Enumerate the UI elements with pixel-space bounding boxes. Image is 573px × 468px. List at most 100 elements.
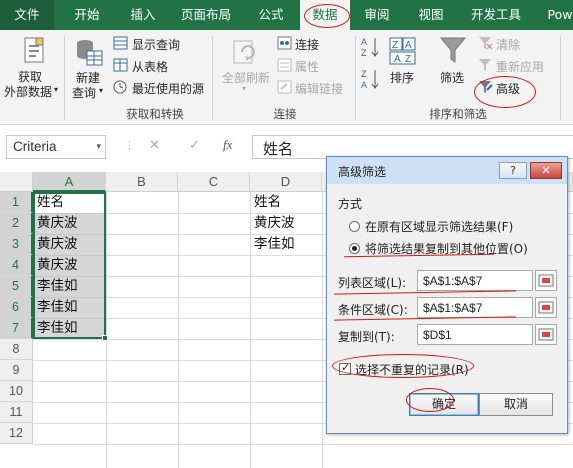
svg-text:A: A	[405, 40, 412, 51]
mode-section-label: 方式	[338, 197, 363, 211]
recent-sources-label: 最近使用的源	[132, 82, 205, 96]
svg-text:A: A	[361, 80, 367, 90]
tab-insert[interactable]: 插入	[118, 0, 168, 30]
row-header[interactable]: 11	[0, 402, 33, 423]
filter-label: 筛选	[440, 71, 465, 85]
ribbon-divider	[560, 36, 561, 120]
edit-links-label: 编辑链接	[295, 82, 344, 96]
cancel-icon[interactable]: ✕	[149, 138, 160, 153]
sort-label: 排序	[390, 71, 415, 85]
enter-icon[interactable]: ✓	[189, 138, 200, 153]
range-select-icon	[538, 301, 554, 314]
row-header[interactable]: 6	[0, 297, 33, 318]
annotation-circle-data-tab	[304, 4, 350, 28]
sort-dialog-icon: Z A A Z	[389, 37, 416, 65]
copy-to-input[interactable]: $D$1	[417, 324, 533, 345]
row-header[interactable]: 4	[0, 255, 33, 276]
criteria-range-input[interactable]: $A$1:$A$7	[417, 297, 533, 318]
close-button[interactable]: ✕	[530, 162, 562, 179]
column-header-b[interactable]: B	[106, 172, 178, 192]
sort-ascending-icon: A Z	[361, 37, 379, 58]
cell-a3[interactable]: 黄庆波	[34, 234, 78, 255]
clear-filter-icon	[479, 37, 493, 50]
help-button[interactable]: ?	[499, 162, 527, 179]
chevron-down-icon: ▾	[99, 86, 104, 95]
criteria-range-collapse-button[interactable]	[535, 297, 557, 318]
column-header-c[interactable]: C	[178, 172, 250, 192]
get-data-label-2: 外部数据	[4, 85, 53, 99]
tab-home[interactable]: 开始	[62, 0, 112, 30]
svg-text:Z: Z	[361, 48, 367, 58]
tab-power[interactable]: Pow	[540, 0, 573, 30]
fill-handle[interactable]	[102, 335, 108, 341]
new-query-label-2: 查询	[72, 86, 97, 100]
document-icon	[24, 37, 44, 63]
database-table-icon	[77, 40, 103, 66]
name-box[interactable]: Criteria ▾	[6, 135, 106, 159]
dialog-title: 高级筛选	[338, 165, 387, 179]
dialog-title-bar[interactable]: 高级筛选 ? ✕	[327, 157, 567, 184]
row-header[interactable]: 7	[0, 318, 33, 339]
cell-d3[interactable]: 李佳如	[251, 234, 295, 255]
copy-to-collapse-button[interactable]	[535, 324, 557, 345]
cell-a4[interactable]: 黄庆波	[34, 255, 78, 276]
radio-copy-to-location[interactable]	[349, 243, 360, 254]
cell-a6[interactable]: 李佳如	[34, 297, 78, 318]
cancel-button[interactable]: 取消	[479, 393, 553, 416]
group-label-sort-filter: 排序和筛选	[429, 107, 487, 121]
formula-content: 姓名	[263, 140, 294, 158]
criteria-range-value: $A$1:$A$7	[423, 301, 483, 315]
cell-d2[interactable]: 黄庆波	[251, 213, 295, 234]
row-header[interactable]: 5	[0, 276, 33, 297]
reapply-label: 重新应用	[496, 60, 545, 74]
column-header-a[interactable]: A	[33, 172, 106, 192]
cell-a1[interactable]: 姓名	[34, 192, 64, 213]
tab-review[interactable]: 审阅	[352, 0, 402, 30]
list-range-value: $A$1:$A$7	[423, 274, 483, 288]
annotation-circle-unique-records	[332, 354, 474, 378]
annotation-circle-advanced	[474, 76, 536, 108]
funnel-icon	[440, 37, 466, 63]
from-table-label: 从表格	[132, 60, 169, 74]
list-range-input[interactable]: $A$1:$A$7	[417, 270, 533, 291]
connections-label: 连接	[295, 38, 320, 52]
svg-text:A: A	[394, 54, 401, 65]
tab-view[interactable]: 视图	[406, 0, 456, 30]
column-header-d[interactable]: D	[250, 172, 322, 192]
group-label-connections: 连接	[273, 107, 297, 121]
select-all-corner[interactable]	[0, 172, 33, 192]
cell-d1[interactable]: 姓名	[251, 192, 281, 213]
row-header[interactable]: 1	[0, 192, 33, 213]
row-header[interactable]: 2	[0, 213, 33, 234]
row-header[interactable]: 3	[0, 234, 33, 255]
range-select-icon	[538, 274, 554, 287]
menu-bar: 文件 开始 插入 页面布局 公式 数据 审阅 视图 开发工具 Pow	[0, 0, 573, 30]
connections-icon	[277, 36, 292, 50]
row-header[interactable]: 8	[0, 339, 33, 360]
insert-function-icon[interactable]: fx	[223, 137, 232, 153]
cell-a2[interactable]: 黄庆波	[34, 213, 78, 234]
svg-text:Z: Z	[405, 54, 411, 65]
gridline	[33, 444, 573, 445]
show-query-label: 显示查询	[132, 38, 181, 52]
formula-buttons: ⋮ ✕ ✓ fx	[122, 135, 248, 159]
tab-formulas[interactable]: 公式	[246, 0, 296, 30]
clock-icon	[113, 80, 127, 94]
list-range-collapse-button[interactable]	[535, 270, 557, 291]
cell-a5[interactable]: 李佳如	[34, 276, 78, 297]
ribbon-divider	[355, 36, 356, 120]
chevron-down-icon[interactable]: ▾	[96, 142, 101, 152]
row-header[interactable]: 9	[0, 360, 33, 381]
refresh-icon	[233, 40, 255, 64]
row-header[interactable]: 10	[0, 381, 33, 402]
copy-to-value: $D$1	[423, 328, 452, 342]
properties-label: 属性	[295, 60, 320, 74]
svg-text:A: A	[361, 37, 367, 47]
tab-file[interactable]: 文件	[0, 0, 54, 30]
tab-developer[interactable]: 开发工具	[462, 0, 530, 30]
tab-page-layout[interactable]: 页面布局	[174, 0, 238, 30]
cell-a7[interactable]: 李佳如	[34, 318, 78, 339]
clear-label: 清除	[496, 38, 521, 52]
radio-filter-in-place[interactable]	[349, 221, 360, 232]
row-header[interactable]: 12	[0, 423, 33, 444]
